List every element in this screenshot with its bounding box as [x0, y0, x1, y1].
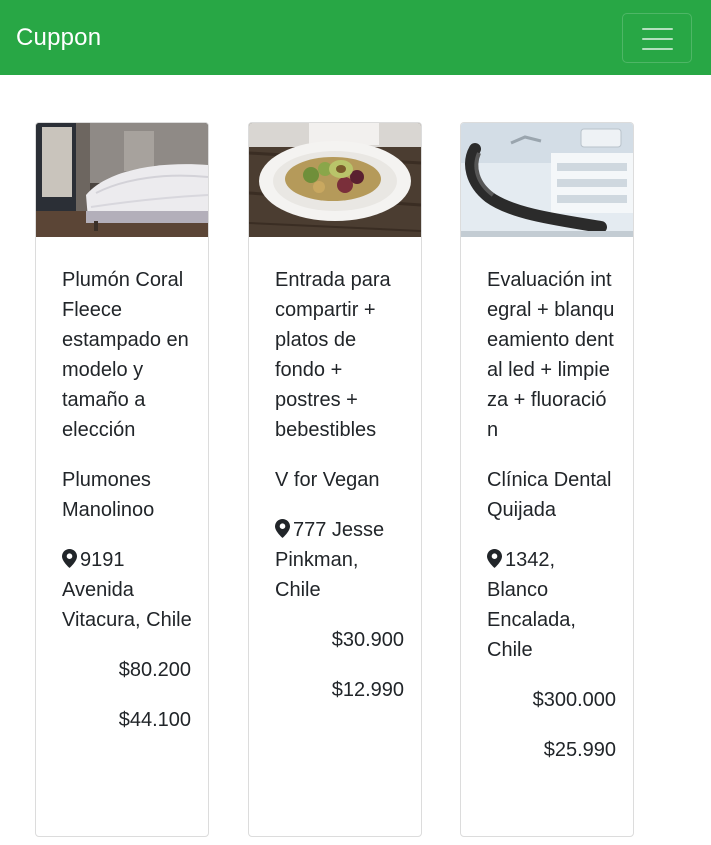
- location-text: 777 Jesse Pinkman, Chile: [275, 519, 385, 601]
- top-navbar: Cuppon: [0, 0, 711, 75]
- original-price: $300.000: [532, 689, 616, 711]
- dental-chair-photo[interactable]: [461, 123, 633, 237]
- bedroom-photo-image: [36, 123, 208, 237]
- deal-card[interactable]: Entrada para compartir + platos de fondo…: [248, 122, 422, 837]
- deal-location: 1342, Blanco Encalada, Chile: [487, 545, 617, 665]
- card-body: Evaluación integral + blanqueamiento den…: [487, 265, 617, 785]
- company-name: Plumones Manolinoo: [62, 469, 155, 521]
- deal-card[interactable]: Evaluación integral + blanqueamiento den…: [460, 122, 634, 837]
- deal-location: 9191 Avenida Vitacura, Chile: [62, 545, 192, 635]
- location-text: 9191 Avenida Vitacura, Chile: [62, 549, 192, 631]
- discount-price: $44.100: [118, 709, 191, 731]
- deal-title[interactable]: Plumón Coral Fleece estampado en modelo …: [62, 265, 192, 445]
- discount-price: $25.990: [543, 739, 616, 761]
- map-marker-icon: [275, 519, 290, 538]
- salad-plate-photo[interactable]: [249, 123, 421, 237]
- card-body: Entrada para compartir + platos de fondo…: [275, 265, 405, 725]
- map-marker-icon: [487, 549, 502, 568]
- navbar-toggler-button[interactable]: [622, 13, 692, 63]
- bedroom-photo[interactable]: [36, 123, 208, 237]
- dental-chair-photo-image: [461, 123, 633, 237]
- hamburger-menu-icon: [642, 28, 673, 30]
- hamburger-menu-icon-line: [642, 48, 673, 50]
- original-price: $30.900: [331, 629, 404, 651]
- company-name: V for Vegan: [275, 469, 380, 491]
- company-name: Clínica Dental Quijada: [487, 469, 612, 521]
- discount-price: $12.990: [331, 679, 404, 701]
- salad-plate-photo-image: [249, 123, 421, 237]
- deal-title[interactable]: Evaluación integral + blanqueamiento den…: [487, 265, 617, 445]
- deal-card[interactable]: Plumón Coral Fleece estampado en modelo …: [35, 122, 209, 837]
- deal-location: 777 Jesse Pinkman, Chile: [275, 515, 405, 605]
- hamburger-menu-icon-line: [642, 38, 673, 40]
- brand-logo-text[interactable]: Cuppon: [16, 24, 101, 52]
- original-price: $80.200: [118, 659, 191, 681]
- map-marker-icon: [62, 549, 77, 568]
- deal-title[interactable]: Entrada para compartir + platos de fondo…: [275, 265, 405, 445]
- card-body: Plumón Coral Fleece estampado en modelo …: [62, 265, 192, 755]
